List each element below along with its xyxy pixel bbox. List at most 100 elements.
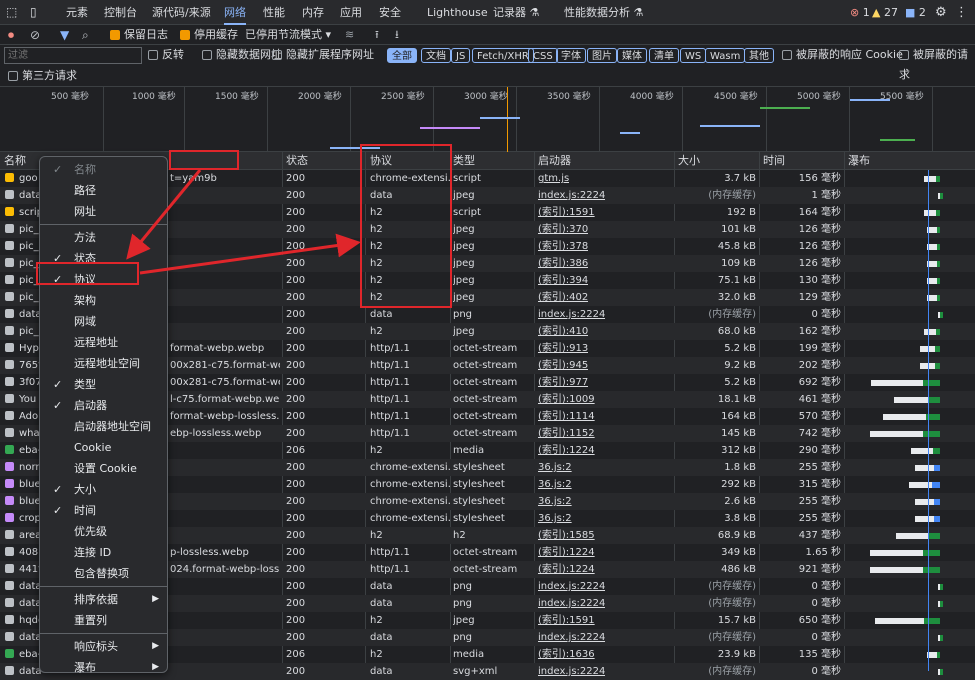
blocked-cookies-checkbox[interactable]: 被屏蔽的响应 Cookie <box>782 45 903 65</box>
inspect-element-icon[interactable]: ⬚ <box>6 0 17 25</box>
clear-icon[interactable]: ⊘ <box>30 25 40 45</box>
initiator-cell[interactable]: (索引):1224 <box>538 544 595 561</box>
column-header-6[interactable]: 时间 <box>763 152 785 170</box>
record-stop-icon[interactable]: ⏺ <box>8 25 14 45</box>
column-header-7[interactable]: 瀑布 <box>848 152 870 170</box>
tab-4[interactable]: 性能 <box>263 0 285 25</box>
network-conditions-icon[interactable]: ≋ <box>345 25 354 45</box>
column-header-3[interactable]: 类型 <box>453 152 475 170</box>
initiator-cell[interactable]: index.js:2224 <box>538 595 605 612</box>
type-filter-2[interactable]: JS <box>451 48 471 63</box>
initiator-cell[interactable]: (索引):386 <box>538 255 588 272</box>
initiator-cell[interactable]: 36.js:2 <box>538 476 572 493</box>
menu-item[interactable]: 响应标头 ▶ <box>40 636 167 657</box>
tab-5[interactable]: 内存 <box>302 0 324 25</box>
type-filter-10[interactable]: Wasm <box>705 48 746 63</box>
type-filter-8[interactable]: 清单 <box>649 48 679 63</box>
tab-1[interactable]: 控制台 <box>104 0 137 25</box>
menu-item[interactable]: 设置 Cookie <box>40 458 167 479</box>
menu-item[interactable]: 方法 <box>40 227 167 248</box>
initiator-cell[interactable]: (索引):370 <box>538 221 588 238</box>
filter-icon[interactable]: ▼ <box>60 25 69 45</box>
menu-item[interactable]: 网址 <box>40 201 167 222</box>
more-options-icon[interactable]: ⋮ <box>955 0 968 25</box>
tab-7[interactable]: 安全 <box>379 0 401 25</box>
initiator-cell[interactable]: 36.js:2 <box>538 459 572 476</box>
tab-9[interactable]: 记录器 ⚗ <box>493 0 539 25</box>
timeline-overview[interactable]: 500 毫秒 1000 毫秒 1500 毫秒 2000 毫秒 2500 毫秒 3000 毫… <box>0 86 975 153</box>
menu-item[interactable]: Cookie <box>40 437 167 458</box>
export-har-icon[interactable]: ⭳ <box>395 25 399 45</box>
type-filter-4[interactable]: CSS <box>528 48 558 63</box>
initiator-cell[interactable]: index.js:2224 <box>538 663 605 680</box>
search-icon[interactable]: ⌕ <box>82 25 89 45</box>
type-filter-0[interactable]: 全部 <box>387 48 417 63</box>
initiator-cell[interactable]: (索引):1114 <box>538 408 595 425</box>
initiator-cell[interactable]: (索引):1224 <box>538 442 595 459</box>
tab-6[interactable]: 应用 <box>340 0 362 25</box>
menu-item[interactable]: 优先级 <box>40 521 167 542</box>
menu-item[interactable]: 远程地址空间 <box>40 353 167 374</box>
initiator-cell[interactable]: (索引):1585 <box>538 527 595 544</box>
column-header-0[interactable]: 名称 <box>4 152 26 170</box>
blocked-requests-checkbox[interactable]: 被屏蔽的请求 <box>899 45 975 81</box>
initiator-cell[interactable]: (索引):913 <box>538 340 588 357</box>
menu-item[interactable]: 启动器地址空间 <box>40 416 167 437</box>
hide-extension-urls-checkbox[interactable]: 隐藏扩展程序网址 <box>272 45 374 65</box>
initiator-cell[interactable]: (索引):1009 <box>538 391 595 408</box>
initiator-cell[interactable]: (索引):1636 <box>538 646 595 663</box>
column-header-1[interactable]: 状态 <box>286 152 308 170</box>
initiator-cell[interactable]: (索引):977 <box>538 374 588 391</box>
type-filter-11[interactable]: 其他 <box>744 48 774 63</box>
initiator-cell[interactable]: (索引):1152 <box>538 425 595 442</box>
preserve-log-checkbox[interactable]: 保留日志 <box>110 25 168 45</box>
invert-checkbox[interactable]: 反转 <box>148 45 184 65</box>
info-badge[interactable]: ■ 2 <box>905 0 926 25</box>
menu-item[interactable]: 路径 <box>40 180 167 201</box>
settings-gear-icon[interactable]: ⚙ <box>935 0 947 25</box>
menu-item[interactable]: ✓ 大小 <box>40 479 167 500</box>
tab-8[interactable]: Lighthouse <box>427 0 488 25</box>
type-filter-3[interactable]: Fetch/XHR <box>472 48 534 63</box>
tab-2[interactable]: 源代码/来源 <box>152 0 211 25</box>
initiator-cell[interactable]: gtm.js <box>538 170 569 187</box>
tab-0[interactable]: 元素 <box>66 0 88 25</box>
initiator-cell[interactable]: 36.js:2 <box>538 493 572 510</box>
initiator-cell[interactable]: index.js:2224 <box>538 187 605 204</box>
tab-10[interactable]: 性能数据分析 ⚗ <box>564 0 643 25</box>
menu-item[interactable]: ✓ 类型 <box>40 374 167 395</box>
menu-item[interactable]: 瀑布 ▶ <box>40 657 167 678</box>
type-filter-9[interactable]: WS <box>680 48 707 63</box>
tab-3[interactable]: 网络 <box>224 0 246 25</box>
menu-item[interactable]: 重置列 <box>40 610 167 631</box>
column-header-5[interactable]: 大小 <box>678 152 700 170</box>
initiator-cell[interactable]: (索引):378 <box>538 238 588 255</box>
initiator-cell[interactable]: (索引):394 <box>538 272 588 289</box>
menu-item[interactable]: 连接 ID <box>40 542 167 563</box>
menu-item[interactable]: 网域 <box>40 311 167 332</box>
initiator-cell[interactable]: (索引):402 <box>538 289 588 306</box>
filter-input[interactable] <box>4 47 142 64</box>
import-har-icon[interactable]: ⭱ <box>375 25 379 45</box>
disable-cache-checkbox[interactable]: 停用缓存 <box>180 25 238 45</box>
warning-badge[interactable]: ▲ 27 <box>872 0 898 25</box>
initiator-cell[interactable]: index.js:2224 <box>538 629 605 646</box>
type-filter-7[interactable]: 媒体 <box>617 48 647 63</box>
initiator-cell[interactable]: 36.js:2 <box>538 510 572 527</box>
type-filter-1[interactable]: 文档 <box>421 48 451 63</box>
menu-item[interactable]: 排序依据 ▶ <box>40 589 167 610</box>
type-filter-5[interactable]: 字体 <box>556 48 586 63</box>
menu-item[interactable]: ✓ 启动器 <box>40 395 167 416</box>
menu-item[interactable]: 远程地址 <box>40 332 167 353</box>
third-party-checkbox[interactable]: 第三方请求 <box>8 66 77 86</box>
column-header-4[interactable]: 启动器 <box>538 152 571 170</box>
type-filter-6[interactable]: 图片 <box>587 48 617 63</box>
hide-data-urls-checkbox[interactable]: 隐藏数据网址 <box>202 45 282 65</box>
error-badge[interactable]: ⊗ 1 <box>850 0 870 25</box>
initiator-cell[interactable]: (索引):1591 <box>538 204 595 221</box>
menu-item[interactable]: 架构 <box>40 290 167 311</box>
initiator-cell[interactable]: (索引):410 <box>538 323 588 340</box>
throttle-select[interactable]: 已停用节流模式 ▾ <box>245 25 331 45</box>
initiator-cell[interactable]: index.js:2224 <box>538 306 605 323</box>
initiator-cell[interactable]: (索引):1591 <box>538 612 595 629</box>
